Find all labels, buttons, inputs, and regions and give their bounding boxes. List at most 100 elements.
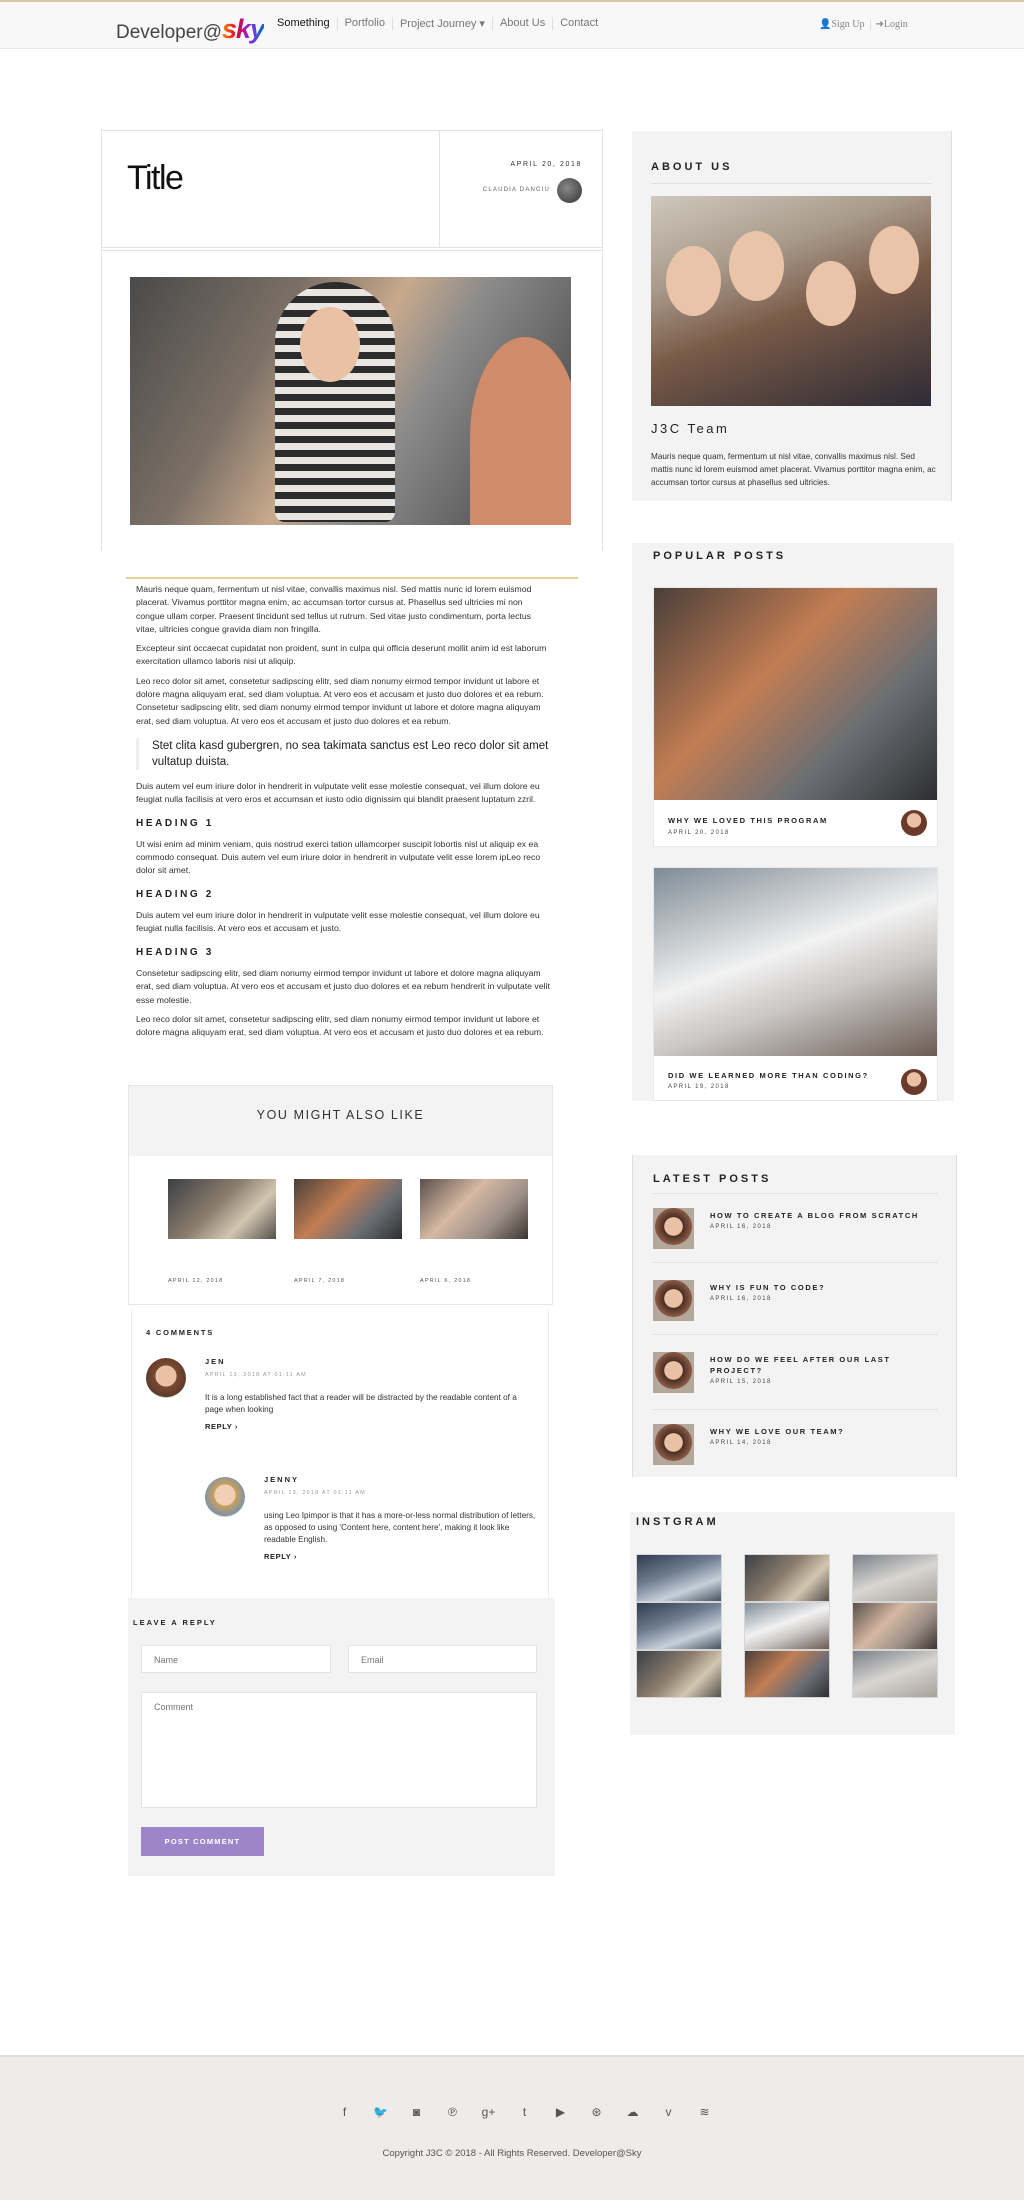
instagram-photo[interactable]: [636, 1554, 722, 1602]
latest-post-title[interactable]: WHY IS FUN TO CODE?: [710, 1282, 930, 1293]
email-field[interactable]: Email: [348, 1645, 537, 1673]
popular-post-avatar: [901, 810, 927, 836]
latest-post-date: APRIL 16, 2018: [710, 1224, 772, 1230]
latest-post-date: APRIL 14, 2018: [710, 1440, 772, 1446]
latest-post-thumbnail[interactable]: [653, 1424, 694, 1465]
latest-posts-title: LATEST POSTS: [653, 1173, 772, 1185]
popular-post-image[interactable]: [654, 868, 937, 1056]
comment-textarea[interactable]: Comment: [141, 1692, 537, 1808]
widget-divider: [653, 1409, 938, 1410]
latest-post-item[interactable]: WHY WE LOVE OUR TEAM? APRIL 14, 2018: [653, 1424, 938, 1496]
post-title: Title: [127, 159, 184, 197]
instagram-photo[interactable]: [744, 1650, 830, 1698]
popular-posts-title: POPULAR POSTS: [653, 550, 787, 562]
comment-avatar: [146, 1358, 186, 1398]
popular-post-date: APRIL 20, 2018: [668, 830, 730, 836]
brand-prefix: Developer@: [116, 22, 222, 43]
rss-icon[interactable]: ≋: [696, 2105, 713, 2119]
post-comment-button[interactable]: POST COMMENT: [141, 1827, 264, 1856]
related-post-date: APRIL 6, 2018: [420, 1278, 472, 1284]
twitter-icon[interactable]: 🐦: [372, 2105, 389, 2119]
author-avatar[interactable]: [557, 178, 582, 203]
facebook-icon[interactable]: f: [336, 2105, 353, 2119]
popular-post-card[interactable]: DID WE LEARNED MORE THAN CODING? APRIL 1…: [653, 867, 938, 1101]
header-divider: [439, 131, 440, 247]
dribbble-icon[interactable]: ⊛: [588, 2105, 605, 2119]
popular-post-avatar: [901, 1069, 927, 1095]
hero-figure-man: [470, 337, 571, 525]
comments-count: 4 COMMENTS: [146, 1328, 215, 1337]
article-blockquote: Stet clita kasd gubergren, no sea takima…: [136, 737, 550, 770]
nav-item-something[interactable]: Something: [270, 17, 337, 30]
pinterest-icon[interactable]: ℗: [444, 2105, 461, 2119]
comment-date: APRIL 13, 2018 AT 01:11 AM: [205, 1372, 307, 1378]
related-post-thumbnail[interactable]: [294, 1179, 402, 1239]
related-post-thumbnail[interactable]: [420, 1179, 528, 1239]
instagram-photo[interactable]: [852, 1650, 938, 1698]
social-links: f 🐦 ◙ ℗ g+ t ▶ ⊛ ☁ v ≋: [336, 2105, 713, 2119]
popular-post-card[interactable]: WHY WE LOVED THIS PROGRAM APRIL 20, 2018: [653, 587, 938, 847]
instagram-title: INSTGRAM: [636, 1516, 719, 1528]
google-plus-icon[interactable]: g+: [480, 2105, 497, 2119]
login-link[interactable]: ➜Login: [869, 19, 913, 30]
comment-author: JENNY: [264, 1475, 300, 1484]
comment-text: using Leo Ipimpor is that it has a more-…: [264, 1511, 536, 1544]
article-paragraph: Duis autem vel eum iriure dolor in hendr…: [136, 780, 540, 805]
instagram-icon[interactable]: ◙: [408, 2105, 425, 2119]
instagram-photo[interactable]: [636, 1650, 722, 1698]
nav-item-portfolio[interactable]: Portfolio: [336, 17, 392, 30]
popular-post-title[interactable]: DID WE LEARNED MORE THAN CODING?: [668, 1071, 869, 1080]
copyright: Copyright J3C © 2018 - All Rights Reserv…: [382, 2148, 642, 2159]
team-photo-face: [666, 246, 721, 316]
reply-button[interactable]: REPLY ›: [205, 1422, 238, 1431]
latest-post-item[interactable]: HOW TO CREATE A BLOG FROM SCRATCH APRIL …: [653, 1208, 938, 1280]
youtube-icon[interactable]: ▶: [552, 2105, 569, 2119]
article-paragraph: Leo reco dolor sit amet, consetetur sadi…: [136, 1013, 544, 1038]
nav-item-project-journey[interactable]: Project Journey ▾: [391, 17, 492, 30]
instagram-photo[interactable]: [744, 1554, 830, 1602]
popular-post-image[interactable]: [654, 588, 937, 800]
footer: f 🐦 ◙ ℗ g+ t ▶ ⊛ ☁ v ≋ Copyright J3C © 2…: [0, 2055, 1024, 2200]
tumblr-icon[interactable]: t: [516, 2105, 533, 2119]
about-us-widget: ABOUT US J3C Team Mauris neque quam, fer…: [632, 131, 952, 501]
related-post-item[interactable]: APRIL 6, 2018: [420, 1179, 528, 1284]
post-date: APRIL 20, 2018: [510, 161, 582, 168]
related-post-item[interactable]: APRIL 7, 2018: [294, 1179, 402, 1284]
latest-post-title[interactable]: HOW TO CREATE A BLOG FROM SCRATCH: [710, 1210, 930, 1221]
latest-post-title[interactable]: HOW DO WE FEEL AFTER OUR LAST PROJECT?: [710, 1354, 930, 1376]
instagram-photo[interactable]: [636, 1602, 722, 1650]
related-post-date: APRIL 7, 2018: [294, 1278, 346, 1284]
article-heading-1: HEADING 1: [136, 817, 214, 829]
widget-divider: [653, 1334, 938, 1335]
nav-item-contact[interactable]: Contact: [552, 17, 605, 30]
comment-avatar: [205, 1477, 245, 1517]
accent-divider: [126, 577, 578, 579]
latest-post-thumbnail[interactable]: [653, 1280, 694, 1321]
post-author[interactable]: CLAUDIA DANCIU: [483, 187, 550, 193]
related-post-item[interactable]: APRIL 12, 2018: [168, 1179, 276, 1284]
brand-logo[interactable]: Developer@sky: [116, 14, 265, 45]
instagram-photo[interactable]: [852, 1602, 938, 1650]
latest-post-item[interactable]: WHY IS FUN TO CODE? APRIL 16, 2018: [653, 1280, 938, 1352]
soundcloud-icon[interactable]: ☁: [624, 2105, 641, 2119]
latest-post-thumbnail[interactable]: [653, 1352, 694, 1393]
vimeo-icon[interactable]: v: [660, 2105, 677, 2119]
latest-post-item[interactable]: HOW DO WE FEEL AFTER OUR LAST PROJECT? A…: [653, 1352, 938, 1424]
popular-post-title[interactable]: WHY WE LOVED THIS PROGRAM: [668, 816, 828, 825]
reply-form-title: LEAVE A REPLY: [133, 1618, 217, 1627]
name-field[interactable]: Name: [141, 1645, 331, 1673]
latest-post-title[interactable]: WHY WE LOVE OUR TEAM?: [710, 1426, 930, 1437]
instagram-photo[interactable]: [852, 1554, 938, 1602]
related-post-thumbnail[interactable]: [168, 1179, 276, 1239]
latest-posts-widget: LATEST POSTS HOW TO CREATE A BLOG FROM S…: [632, 1155, 957, 1477]
nav-item-about-us[interactable]: About Us: [491, 17, 552, 30]
instagram-widget: INSTGRAM: [630, 1512, 955, 1735]
latest-post-thumbnail[interactable]: [653, 1208, 694, 1249]
reply-button[interactable]: REPLY ›: [264, 1552, 297, 1561]
article-heading-2: HEADING 2: [136, 888, 214, 900]
hero-figure-face: [300, 307, 360, 382]
instagram-photo[interactable]: [744, 1602, 830, 1650]
signup-link[interactable]: 👤Sign Up: [814, 19, 870, 30]
article-paragraph: Duis autem vel eum iriure dolor in hendr…: [136, 910, 540, 934]
about-team-name: J3C Team: [651, 421, 730, 436]
